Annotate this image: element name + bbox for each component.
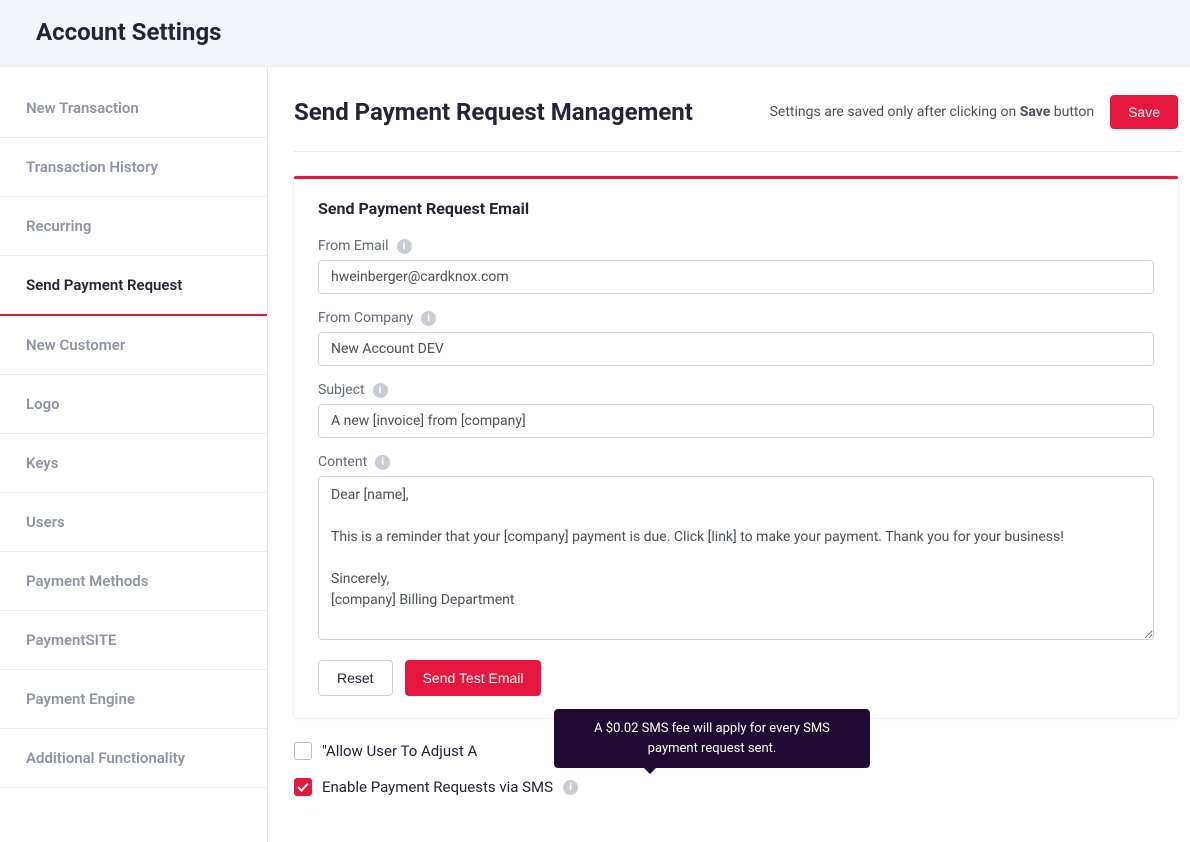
save-hint-suffix: button — [1050, 104, 1094, 120]
check-icon — [297, 781, 309, 793]
divider — [294, 151, 1182, 152]
enable-sms-row: Enable Payment Requests via SMS i A $0.0… — [294, 778, 1182, 796]
card-title: Send Payment Request Email — [318, 199, 1154, 218]
content-group: Content i — [318, 454, 1154, 644]
save-hint-prefix: Settings are saved only after clicking o… — [770, 104, 1020, 120]
from-company-label: From Company i — [318, 310, 1154, 326]
page-header: Account Settings — [0, 0, 1190, 67]
main-header: Send Payment Request Management Settings… — [294, 95, 1182, 129]
reset-button[interactable]: Reset — [318, 660, 393, 696]
enable-sms-label: Enable Payment Requests via SMS — [322, 778, 553, 796]
subject-group: Subject i — [318, 382, 1154, 438]
from-email-group: From Email i — [318, 238, 1154, 294]
from-email-label-text: From Email — [318, 238, 389, 254]
enable-sms-checkbox[interactable] — [294, 778, 312, 796]
page-title: Account Settings — [36, 18, 1154, 46]
button-row: Reset Send Test Email — [318, 660, 1154, 696]
save-hint-bold: Save — [1020, 104, 1051, 120]
from-email-input[interactable] — [318, 260, 1154, 294]
main-content: Send Payment Request Management Settings… — [268, 67, 1190, 842]
from-email-label: From Email i — [318, 238, 1154, 254]
info-icon[interactable]: i — [375, 455, 390, 470]
info-icon[interactable]: i — [397, 239, 412, 254]
main-title: Send Payment Request Management — [294, 98, 693, 126]
content-label-text: Content — [318, 454, 367, 470]
from-company-label-text: From Company — [318, 310, 413, 326]
sidebar-item-send-payment-request[interactable]: Send Payment Request — [0, 256, 267, 316]
sidebar-item-paymentsite[interactable]: PaymentSITE — [0, 611, 267, 670]
send-test-email-button[interactable]: Send Test Email — [405, 660, 542, 696]
subject-input[interactable] — [318, 404, 1154, 438]
from-company-group: From Company i — [318, 310, 1154, 366]
allow-adjust-checkbox[interactable] — [294, 742, 312, 760]
sidebar-item-recurring[interactable]: Recurring — [0, 197, 267, 256]
sidebar-item-additional-functionality[interactable]: Additional Functionality — [0, 729, 267, 788]
layout: New Transaction Transaction History Recu… — [0, 67, 1190, 842]
sidebar: New Transaction Transaction History Recu… — [0, 67, 268, 842]
sidebar-item-payment-engine[interactable]: Payment Engine — [0, 670, 267, 729]
sms-tooltip: A $0.02 SMS fee will apply for every SMS… — [554, 709, 870, 768]
from-company-input[interactable] — [318, 332, 1154, 366]
sidebar-item-new-transaction[interactable]: New Transaction — [0, 79, 267, 138]
sidebar-item-keys[interactable]: Keys — [0, 434, 267, 493]
email-settings-card: Send Payment Request Email From Email i … — [294, 176, 1178, 718]
info-icon[interactable]: i — [421, 311, 436, 326]
sidebar-item-transaction-history[interactable]: Transaction History — [0, 138, 267, 197]
allow-adjust-label: "Allow User To Adjust A — [322, 742, 477, 760]
subject-label-text: Subject — [318, 382, 365, 398]
content-textarea[interactable] — [318, 476, 1154, 640]
subject-label: Subject i — [318, 382, 1154, 398]
content-label: Content i — [318, 454, 1154, 470]
save-row: Settings are saved only after clicking o… — [770, 95, 1178, 129]
info-icon[interactable]: i — [373, 383, 388, 398]
sidebar-item-payment-methods[interactable]: Payment Methods — [0, 552, 267, 611]
sidebar-item-users[interactable]: Users — [0, 493, 267, 552]
sidebar-item-logo[interactable]: Logo — [0, 375, 267, 434]
info-icon[interactable]: i — [563, 780, 578, 795]
sidebar-item-new-customer[interactable]: New Customer — [0, 316, 267, 375]
save-button[interactable]: Save — [1110, 95, 1178, 129]
save-hint: Settings are saved only after clicking o… — [770, 104, 1094, 120]
